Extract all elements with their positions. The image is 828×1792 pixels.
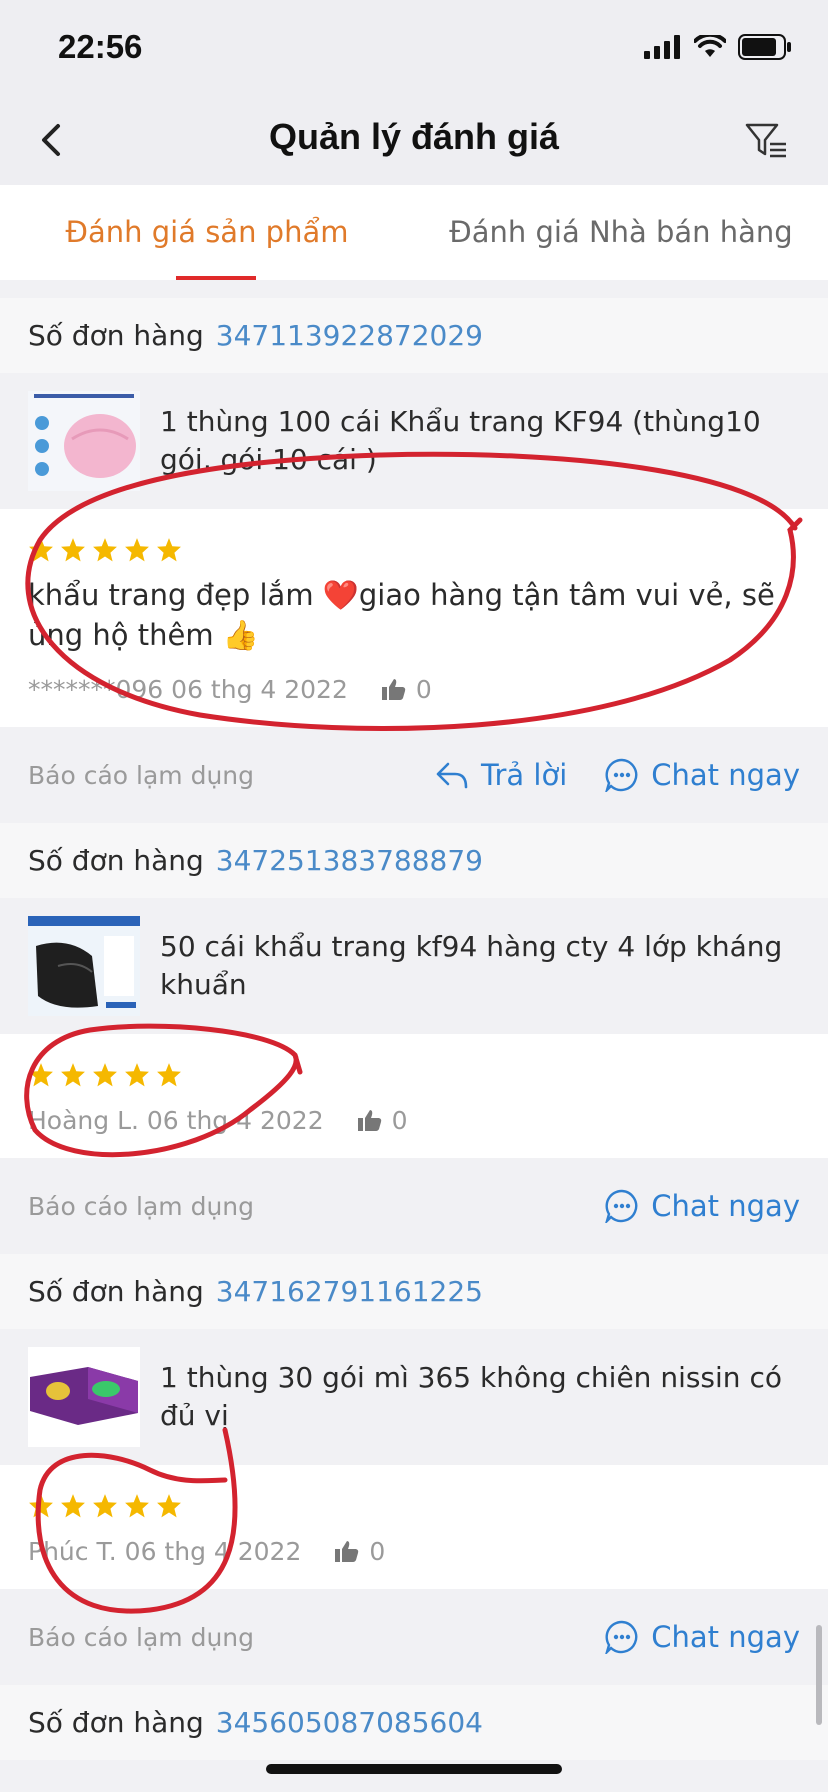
star-icon [61,1494,85,1518]
reviewer-name: Hoàng L. [28,1105,139,1135]
top-bar: 22:56 Quản lý đánh giá [0,0,828,185]
review-meta: Hoàng L. 06 thg 4 2022 0 [28,1100,800,1140]
star-icon [29,1494,53,1518]
order-label: Số đơn hàng [28,1706,204,1739]
review-meta: *******096 06 thg 4 2022 0 [28,669,800,709]
product-thumbnail [28,1347,140,1447]
chat-icon [605,1189,638,1223]
order-number-link[interactable]: 345605087085604 [216,1706,483,1739]
product-row[interactable]: 50 cái khẩu trang kf94 hàng cty 4 lớp kh… [0,898,828,1034]
like-count: 0 [391,1105,408,1135]
like-count: 0 [369,1536,386,1566]
order-row: Số đơn hàng 345605087085604 [0,1685,828,1760]
review-card: Hoàng L. 06 thg 4 2022 0 [0,1034,828,1158]
like-count: 0 [415,674,432,704]
rating-stars [28,537,800,563]
reviewer-name: *******096 [28,674,164,704]
review-actions: Báo cáo lạm dụng Trả lời Chat ngay [0,727,828,823]
report-abuse-link[interactable]: Báo cáo lạm dụng [28,1192,254,1221]
product-thumbnail [28,391,140,491]
like-button[interactable]: 0 [381,674,432,704]
product-row[interactable]: 1 thùng 30 gói mì 365 không chiên nissin… [0,1329,828,1465]
star-icon [29,1063,53,1087]
review-meta: Phúc T. 06 thg 4 2022 0 [28,1531,800,1571]
star-icon [157,1063,181,1087]
order-number-link[interactable]: 347251383788879 [216,844,483,877]
wifi-icon [694,35,726,57]
chat-button[interactable]: Chat ngay [605,758,800,792]
order-row: Số đơn hàng 347251383788879 [0,823,828,898]
order-row: Số đơn hàng 347113922872029 [0,298,828,373]
order-number-link[interactable]: 347113922872029 [216,319,483,352]
filter-icon[interactable] [744,120,788,160]
review-card: khẩu trang đẹp lắm ❤️giao hàng tận tâm v… [0,509,828,727]
star-icon [29,538,53,562]
tab-product-reviews[interactable]: Đánh giá sản phẩm [0,185,414,280]
reviewer-name: Phúc T. [28,1536,117,1566]
review-card: Phúc T. 06 thg 4 2022 0 [0,1465,828,1589]
star-icon [93,538,117,562]
like-button[interactable]: 0 [357,1105,408,1135]
status-icons [644,34,792,60]
chat-icon [605,758,638,792]
review-date: 06 thg 4 2022 [146,1105,324,1135]
chat-label: Chat ngay [651,1620,800,1654]
chat-button[interactable]: Chat ngay [605,1620,800,1654]
order-row: Số đơn hàng 347162791161225 [0,1254,828,1329]
status-time: 22:56 [58,28,143,65]
star-icon [93,1494,117,1518]
order-label: Số đơn hàng [28,1275,204,1308]
thumbs-up-icon [335,1541,359,1562]
order-label: Số đơn hàng [28,844,204,877]
rating-stars [28,1062,800,1088]
product-thumbnail [28,916,140,1016]
chat-label: Chat ngay [651,758,800,792]
product-name: 1 thùng 100 cái Khẩu trang KF94 (thùng10… [160,405,761,476]
chat-icon [605,1620,638,1654]
reply-icon [436,762,468,789]
tab-bar: Đánh giá sản phẩm Đánh giá Nhà bán hàng [0,185,828,280]
like-button[interactable]: 0 [335,1537,385,1566]
star-icon [61,538,85,562]
signal-icon [644,35,680,59]
star-icon [157,538,181,562]
review-date: 06 thg 4 2022 [124,1536,302,1566]
reply-label: Trả lời [481,758,568,792]
product-name: 1 thùng 30 gói mì 365 không chiên nissin… [160,1361,782,1432]
thumbs-up-icon [381,679,406,700]
rating-stars [28,1493,800,1519]
active-tab-indicator [176,276,256,280]
chat-label: Chat ngay [651,1189,800,1223]
star-icon [125,1494,149,1518]
star-icon [61,1063,85,1087]
thumbs-up-icon [357,1110,381,1131]
review-actions: Báo cáo lạm dụng Chat ngay [0,1589,828,1685]
reply-button[interactable]: Trả lời [435,758,567,792]
star-icon [125,1063,149,1087]
review-text: khẩu trang đẹp lắm ❤️giao hàng tận tâm v… [28,578,775,652]
scrollbar[interactable] [816,1625,822,1725]
page-title: Quản lý đánh giá [268,116,560,157]
star-icon [125,538,149,562]
battery-icon [738,34,791,60]
review-actions: Báo cáo lạm dụng Chat ngay [0,1158,828,1254]
home-indicator [266,1764,562,1774]
tab-seller-reviews[interactable]: Đánh giá Nhà bán hàng [414,185,828,280]
order-number-link[interactable]: 347162791161225 [216,1275,483,1308]
order-label: Số đơn hàng [28,319,204,352]
star-icon [93,1063,117,1087]
star-icon [157,1494,181,1518]
product-name: 50 cái khẩu trang kf94 hàng cty 4 lớp kh… [160,930,783,1001]
product-row[interactable]: 1 thùng 100 cái Khẩu trang KF94 (thùng10… [0,373,828,509]
review-date: 06 thg 4 2022 [171,674,348,704]
report-abuse-link[interactable]: Báo cáo lạm dụng [28,761,254,790]
report-abuse-link[interactable]: Báo cáo lạm dụng [28,1623,254,1652]
chat-button[interactable]: Chat ngay [605,1189,800,1223]
